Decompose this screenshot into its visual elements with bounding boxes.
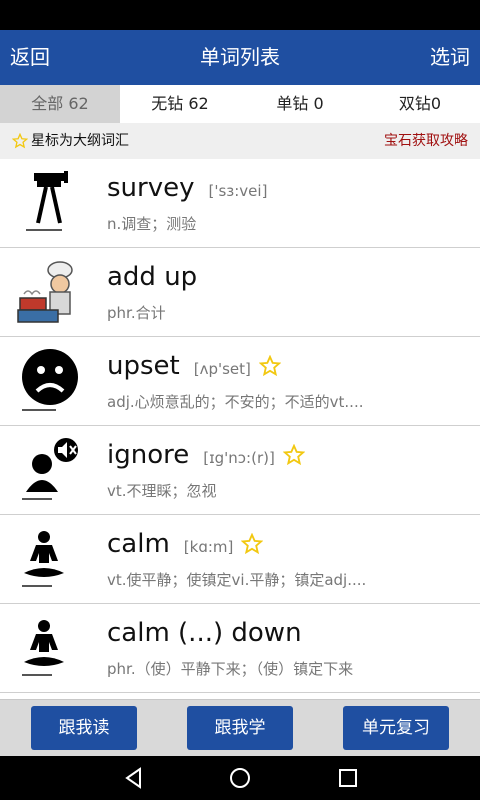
learn-along-button[interactable]: 跟我学 <box>187 706 293 750</box>
sad-face-icon <box>22 349 78 411</box>
nav-home-icon[interactable] <box>228 766 252 790</box>
title-bar: 返回 单词列表 选词 <box>0 30 480 85</box>
meaning-text: vt.不理睬；忽视 <box>107 482 217 500</box>
meaning-text: adj.心烦意乱的；不安的；不适的vt.... <box>107 393 364 411</box>
nav-back-icon[interactable] <box>122 766 146 790</box>
tab-all[interactable]: 全部 62 <box>0 85 120 123</box>
star-legend-text: 星标为大纲词汇 <box>31 133 129 149</box>
star-outline-icon <box>12 133 28 149</box>
tab-double-diamond[interactable]: 双钻0 <box>360 85 480 123</box>
list-item[interactable]: upset [ʌp'set] adj.心烦意乱的；不安的；不适的vt.... <box>0 337 480 426</box>
meditation-icon <box>22 620 64 676</box>
nav-recents-icon[interactable] <box>336 766 360 790</box>
syllabus-star-icon <box>258 355 281 377</box>
word-text: survey <box>107 173 195 203</box>
bottom-action-bar: 跟我读 跟我学 单元复习 <box>0 699 480 756</box>
back-button[interactable]: 返回 <box>10 30 50 85</box>
tab-no-diamond[interactable]: 无钻 62 <box>120 85 240 123</box>
word-text: calm (...) down <box>107 618 302 648</box>
phonetic-text: [ɪg'nɔ:(r)] <box>203 449 275 467</box>
list-item[interactable]: survey ['sɜ:vei] n.调查；测验 <box>0 159 480 248</box>
word-text: upset <box>107 351 180 381</box>
tripod-icon <box>26 171 68 231</box>
phonetic-text: ['sɜ:vei] <box>208 182 268 200</box>
phonetic-text: [kɑ:m] <box>183 538 234 556</box>
meaning-text: vt.使平静；使镇定vi.平静；镇定adj.... <box>107 571 367 589</box>
read-along-button[interactable]: 跟我读 <box>31 706 137 750</box>
mute-person-icon <box>22 438 78 500</box>
meaning-text: phr.（使）平静下来；（使）镇定下来 <box>107 660 354 678</box>
meditation-icon <box>22 531 64 587</box>
system-nav-bar <box>0 756 480 800</box>
select-words-button[interactable]: 选词 <box>430 30 470 85</box>
filter-tabs: 全部 62 无钻 62 单钻 0 双钻0 <box>0 85 480 123</box>
star-legend: 星标为大纲词汇 <box>12 123 129 159</box>
list-item[interactable]: calm (...) down phr.（使）平静下来；（使）镇定下来 <box>0 604 480 693</box>
list-item[interactable]: ignore [ɪg'nɔ:(r)] vt.不理睬；忽视 <box>0 426 480 515</box>
tab-single-diamond[interactable]: 单钻 0 <box>240 85 360 123</box>
syllabus-star-icon <box>241 533 264 555</box>
word-list: survey ['sɜ:vei] n.调查；测验 add up phr.合计 u… <box>0 159 480 699</box>
word-text: add up <box>107 262 198 292</box>
meaning-text: n.调查；测验 <box>107 215 197 233</box>
gem-guide-link[interactable]: 宝石获取攻略 <box>384 123 468 159</box>
status-bar <box>0 0 480 30</box>
chef-cartoon-icon <box>17 261 73 323</box>
meaning-text: phr.合计 <box>107 304 166 322</box>
list-item[interactable]: calm [kɑ:m] vt.使平静；使镇定vi.平静；镇定adj.... <box>0 515 480 604</box>
word-text: ignore <box>107 440 190 470</box>
syllabus-star-icon <box>282 444 305 466</box>
word-text: calm <box>107 529 170 559</box>
hint-bar: 星标为大纲词汇 宝石获取攻略 <box>0 123 480 159</box>
page-title: 单词列表 <box>200 45 280 69</box>
phonetic-text: [ʌp'set] <box>193 360 251 378</box>
unit-review-button[interactable]: 单元复习 <box>343 706 449 750</box>
list-item[interactable]: add up phr.合计 <box>0 248 480 337</box>
